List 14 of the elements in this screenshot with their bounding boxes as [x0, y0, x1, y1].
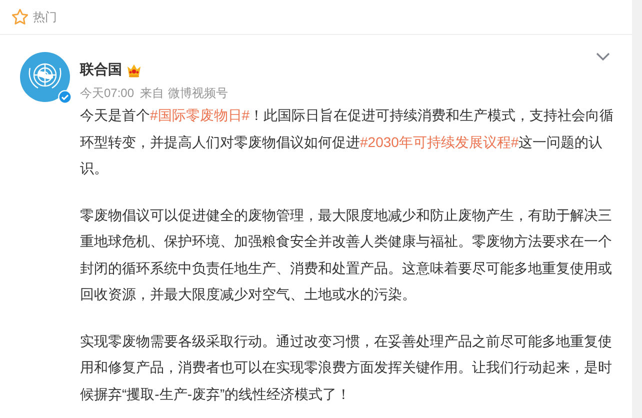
chevron-down-icon[interactable] [596, 52, 610, 61]
star-icon [11, 8, 29, 26]
topic-link[interactable]: #国际零废物日# [150, 107, 250, 123]
post-time[interactable]: 今天07:00 [80, 85, 134, 102]
post-paragraph: 零废物倡议可以促进健全的废物管理，最大限度地减少和防止废物产生，有助于解决三重地球危机、保护环境、加强粮食安全并改善人类健康与福祉。零废物方法要求在一个封闭的循环系统中负责任地生产、消费和处置产品。这意味着要尽可能多地重复使用或回收资源，并最大限度减少对空气、土地或水的污染。 [80, 206, 613, 304]
source-link[interactable]: 微博视频号 [168, 85, 228, 102]
topic-link[interactable]: #2030年可持续发展议程# [360, 134, 519, 150]
post-paragraph: 实现零废物需要各级采取行动。通过改变习惯，在妥善处理产品之前尽可能多地重复使用和修复产品，消费者也可以在实现零浪费方面发挥关键作用。让我们行动起来，是时候摒弃“攫取-生产-废弃”的线性经济模式了！ [80, 332, 613, 404]
author-name[interactable]: 联合国 [80, 61, 122, 79]
source-label: 来自 [140, 85, 164, 102]
post-paragraph: 今天是首个#国际零废物日#！此国际日旨在促进可持续消费和生产模式，支持社会向循环型转变，并提高人们对零废物倡议如何促进#2030年可持续发展议程#这一问题的认识。 [80, 106, 614, 178]
section-title: 热门 [33, 8, 57, 26]
crown-icon [126, 62, 142, 78]
avatar [20, 52, 70, 102]
